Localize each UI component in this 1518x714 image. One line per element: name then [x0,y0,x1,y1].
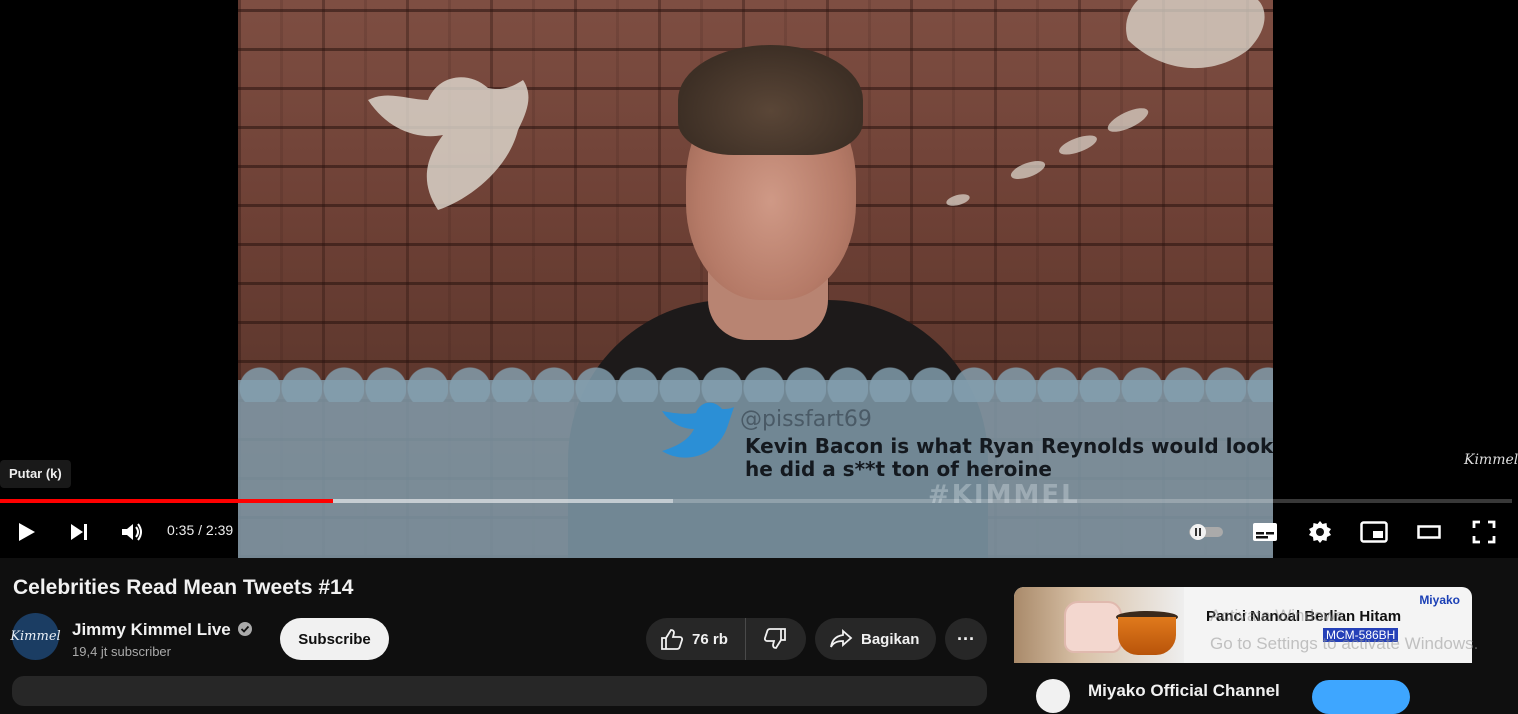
more-icon: ··· [957,628,975,649]
ad-cta-button[interactable] [1312,680,1410,714]
subtitles-icon [1253,523,1277,541]
ad-channel-name[interactable]: Miyako Official Channel [1088,681,1280,701]
next-button[interactable] [57,510,101,554]
thumbs-up-icon [661,629,684,650]
more-actions-button[interactable]: ··· [945,618,987,660]
theater-mode-button[interactable] [1407,510,1451,554]
autoplay-toggle-icon [1189,524,1223,540]
twitter-bird-icon [662,402,734,458]
share-button[interactable]: Bagikan [815,618,936,660]
subtitles-button[interactable] [1243,510,1287,554]
wall-feathers-graphic [946,108,1149,206]
progress-played [0,499,333,503]
channel-avatar[interactable]: Kimmel [10,613,61,660]
volume-icon [122,523,142,541]
video-title: Celebrities Read Mean Tweets #14 [13,576,354,599]
activate-windows-line1: Activate Windows [1210,606,1345,625]
like-count: 76 rb [692,630,728,648]
volume-button[interactable] [110,510,154,554]
wall-bird-graphic-2 [1126,0,1265,69]
person-hair [678,45,863,155]
description-box[interactable] [12,676,987,706]
share-icon [830,629,853,648]
next-icon [71,524,87,540]
autoplay-toggle[interactable] [1184,510,1228,554]
play-button[interactable] [4,510,48,554]
like-button[interactable]: 76 rb [646,618,746,660]
channel-name[interactable]: Jimmy Kimmel Live [72,620,231,640]
dislike-button[interactable] [746,618,804,660]
tweet-handle: @pissfart69 [740,407,872,432]
fullscreen-icon [1472,520,1496,544]
channel-watermark[interactable]: Kimmel [1464,452,1518,486]
hashtag-kimmel: #KIMMEL [928,480,1080,510]
activate-windows-watermark: Activate Windows Go to Settings to activ… [1210,602,1478,658]
watermark-text: Kimmel [1464,452,1518,468]
wall-bird-graphic [368,77,529,211]
video-frame[interactable]: @pissfart69 Kevin Bacon is what Ryan Rey… [238,0,1273,558]
settings-icon [1309,521,1331,543]
time-separator: / [194,522,206,538]
ad-info-row: Miyako Official Channel [1014,663,1472,714]
verified-badge-icon [238,622,252,636]
progress-bar[interactable] [0,499,1512,503]
like-dislike-group: 76 rb [646,618,806,660]
subscriber-count: 19,4 jt subscriber [72,644,171,659]
fullscreen-button[interactable] [1462,510,1506,554]
miniplayer-icon [1360,521,1388,543]
play-icon [19,523,35,541]
tweet-overlay: @pissfart69 Kevin Bacon is what Ryan Rey… [656,395,1273,485]
channel-avatar-logo: Kimmel [10,629,61,644]
time-current: 0:35 [167,522,195,538]
activate-windows-line2: Go to Settings to activate Windows. [1210,634,1479,653]
share-label: Bagikan [861,630,920,648]
settings-button[interactable] [1298,510,1342,554]
theater-icon [1417,525,1441,539]
ad-channel-avatar[interactable] [1036,679,1070,713]
tweet-text: Kevin Bacon is what Ryan Reynolds would … [745,434,1273,481]
time-total: 2:39 [205,522,234,538]
rice-cooker-graphic [1064,601,1122,653]
time-display: 0:35 / 2:39 [167,522,233,538]
subscribe-button[interactable]: Subscribe [280,618,389,660]
video-player[interactable]: @pissfart69 Kevin Bacon is what Ryan Rey… [0,0,1518,558]
player-controls: 0:35 / 2:39 [0,510,1518,554]
ad-product-image [1014,587,1184,663]
thumbs-down-icon [763,628,786,649]
pot-graphic [1118,617,1176,655]
miniplayer-button[interactable] [1352,510,1396,554]
play-tooltip: Putar (k) [0,460,71,488]
